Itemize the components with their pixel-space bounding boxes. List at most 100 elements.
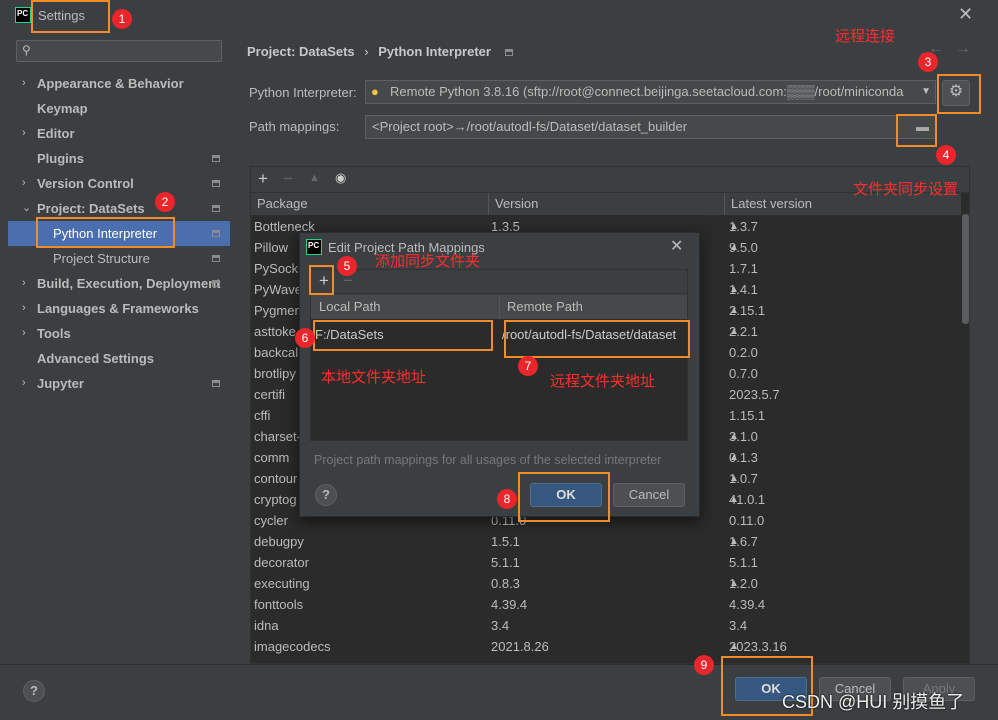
column-header-remote[interactable]: Remote Path [500,295,687,319]
chevron-icon[interactable]: › [22,71,26,96]
table-row[interactable]: executing 0.8.3 ▲ 1.2.0 [251,573,961,594]
package-latest: 1.7.1 [729,261,758,276]
package-latest: 1.0.7 [729,471,758,486]
remove-package-icon[interactable]: − [283,169,293,189]
table-row[interactable]: debugpy 1.5.1 ▲ 1.6.7 [251,531,961,552]
search-input[interactable]: ⚲ [16,40,222,62]
package-latest: 1.6.7 [729,534,758,549]
project-icon [504,49,513,56]
package-name: cycler [254,513,288,528]
package-name: backcal [254,345,299,360]
package-latest: 3.4 [729,618,748,633]
sidebar-item-label: Project Structure [53,251,150,266]
annotation-box-2 [36,217,175,248]
sidebar-item-version-control[interactable]: › Version Control [8,171,230,196]
package-name: Pygmen [254,303,302,318]
chevron-icon[interactable]: ⌄ [22,196,31,221]
chevron-icon[interactable]: › [22,171,26,196]
dialog-help-button[interactable]: ? [315,484,337,506]
project-level-icon [212,280,220,287]
interpreter-select[interactable]: ● Remote Python 3.8.16 (sftp://root@conn… [365,80,936,104]
chevron-icon[interactable]: › [22,321,26,346]
package-name: PySocks [254,261,305,276]
table-row[interactable]: fonttools 4.39.4 4.39.4 [251,594,961,615]
package-latest: 5.1.1 [729,555,758,570]
sidebar-item-languages-frameworks[interactable]: › Languages & Frameworks [8,296,230,321]
project-level-icon [212,255,220,262]
path-mappings-field[interactable]: <Project root>→/root/autodl-fs/Dataset/d… [365,115,936,139]
package-name: idna [254,618,279,633]
add-package-icon[interactable]: + [258,169,268,189]
package-name: fonttools [254,597,304,612]
badge-9: 9 [694,655,714,675]
sidebar-item-label: Jupyter [37,376,84,391]
sidebar-item-label: Build, Execution, Deployment [37,276,221,291]
chevron-icon[interactable]: › [22,271,26,296]
package-name: certifi [254,387,286,402]
badge-4: 4 [936,145,956,165]
dialog-close-icon[interactable]: ✕ [670,236,683,256]
sidebar-item-plugins[interactable]: Plugins [8,146,230,171]
sidebar-item-label: Advanced Settings [37,351,155,366]
package-latest: 1.3.7 [729,219,758,234]
project-level-icon [212,205,220,212]
table-row[interactable]: decorator 5.1.1 5.1.1 [251,552,961,573]
package-version: 3.4 [491,618,510,633]
table-row[interactable]: imagecodecs 2021.8.26 ▲ 2023.3.16 [251,636,961,657]
sidebar-item-label: Keymap [37,101,88,116]
package-latest: 2023.5.7 [729,387,780,402]
sidebar-item-advanced-settings[interactable]: Advanced Settings [8,346,230,371]
package-name: imagecodecs [254,639,331,654]
package-version: 1.5.1 [491,534,520,549]
sidebar-item-keymap[interactable]: Keymap [8,96,230,121]
badge-5: 5 [337,256,357,276]
breadcrumb-separator: › [364,44,369,59]
sidebar-item-tools[interactable]: › Tools [8,321,230,346]
sidebar-item-build-execution-deployment[interactable]: › Build, Execution, Deployment [8,271,230,296]
package-latest: 1.15.1 [729,408,766,423]
sidebar-item-project-structure[interactable]: Project Structure [8,246,230,271]
sidebar-item-label: Editor [37,126,75,141]
sidebar-item-jupyter[interactable]: › Jupyter [8,371,230,396]
table-row[interactable]: idna 3.4 3.4 [251,615,961,636]
package-name: contour [254,471,298,486]
close-icon[interactable]: ✕ [958,4,973,25]
upgrade-icon[interactable]: ▲ [309,172,320,184]
chevron-icon[interactable]: › [22,296,26,321]
package-version: 0.8.3 [491,576,520,591]
package-latest: 1.2.0 [729,576,758,591]
sidebar-item-label: Appearance & Behavior [37,76,184,91]
breadcrumb: Project: DataSets › Python Interpreter [247,44,513,59]
badge-1: 1 [112,9,132,29]
package-name: asttoke [254,324,296,339]
table-scrollbar[interactable] [962,214,969,324]
search-icon: ⚲ [22,43,31,57]
breadcrumb-parent[interactable]: Project: DataSets [247,44,355,59]
package-version: 4.39.4 [491,597,528,612]
column-header-version[interactable]: Version [489,193,725,215]
package-latest: 9.5.0 [729,240,758,255]
path-mappings-label: Path mappings: [249,119,340,134]
package-latest: 1.4.1 [729,282,758,297]
forward-arrow-icon[interactable]: → [955,40,971,58]
package-name: Pillow [254,240,288,255]
column-header-local[interactable]: Local Path [311,295,500,319]
package-name: PyWave [254,282,302,297]
package-latest: 41.0.1 [729,492,766,507]
package-version: 5.1.1 [491,555,520,570]
chevron-icon[interactable]: › [22,371,26,396]
dialog-cancel-button[interactable]: Cancel [613,483,685,507]
column-header-package[interactable]: Package [251,193,489,215]
badge-7: 7 [518,356,538,376]
sidebar-item-editor[interactable]: › Editor [8,121,230,146]
package-latest: 2.2.1 [729,324,758,339]
dialog-logo: PC [306,239,322,255]
eye-icon[interactable]: ◉ [335,170,346,186]
help-button[interactable]: ? [23,680,45,702]
chevron-icon[interactable]: › [22,121,26,146]
package-latest: 4.39.4 [729,597,766,612]
sidebar-item-appearance-behavior[interactable]: › Appearance & Behavior [8,71,230,96]
project-level-icon [212,180,220,187]
package-latest: 0.1.3 [729,450,758,465]
package-name: brotlipy [254,366,296,381]
